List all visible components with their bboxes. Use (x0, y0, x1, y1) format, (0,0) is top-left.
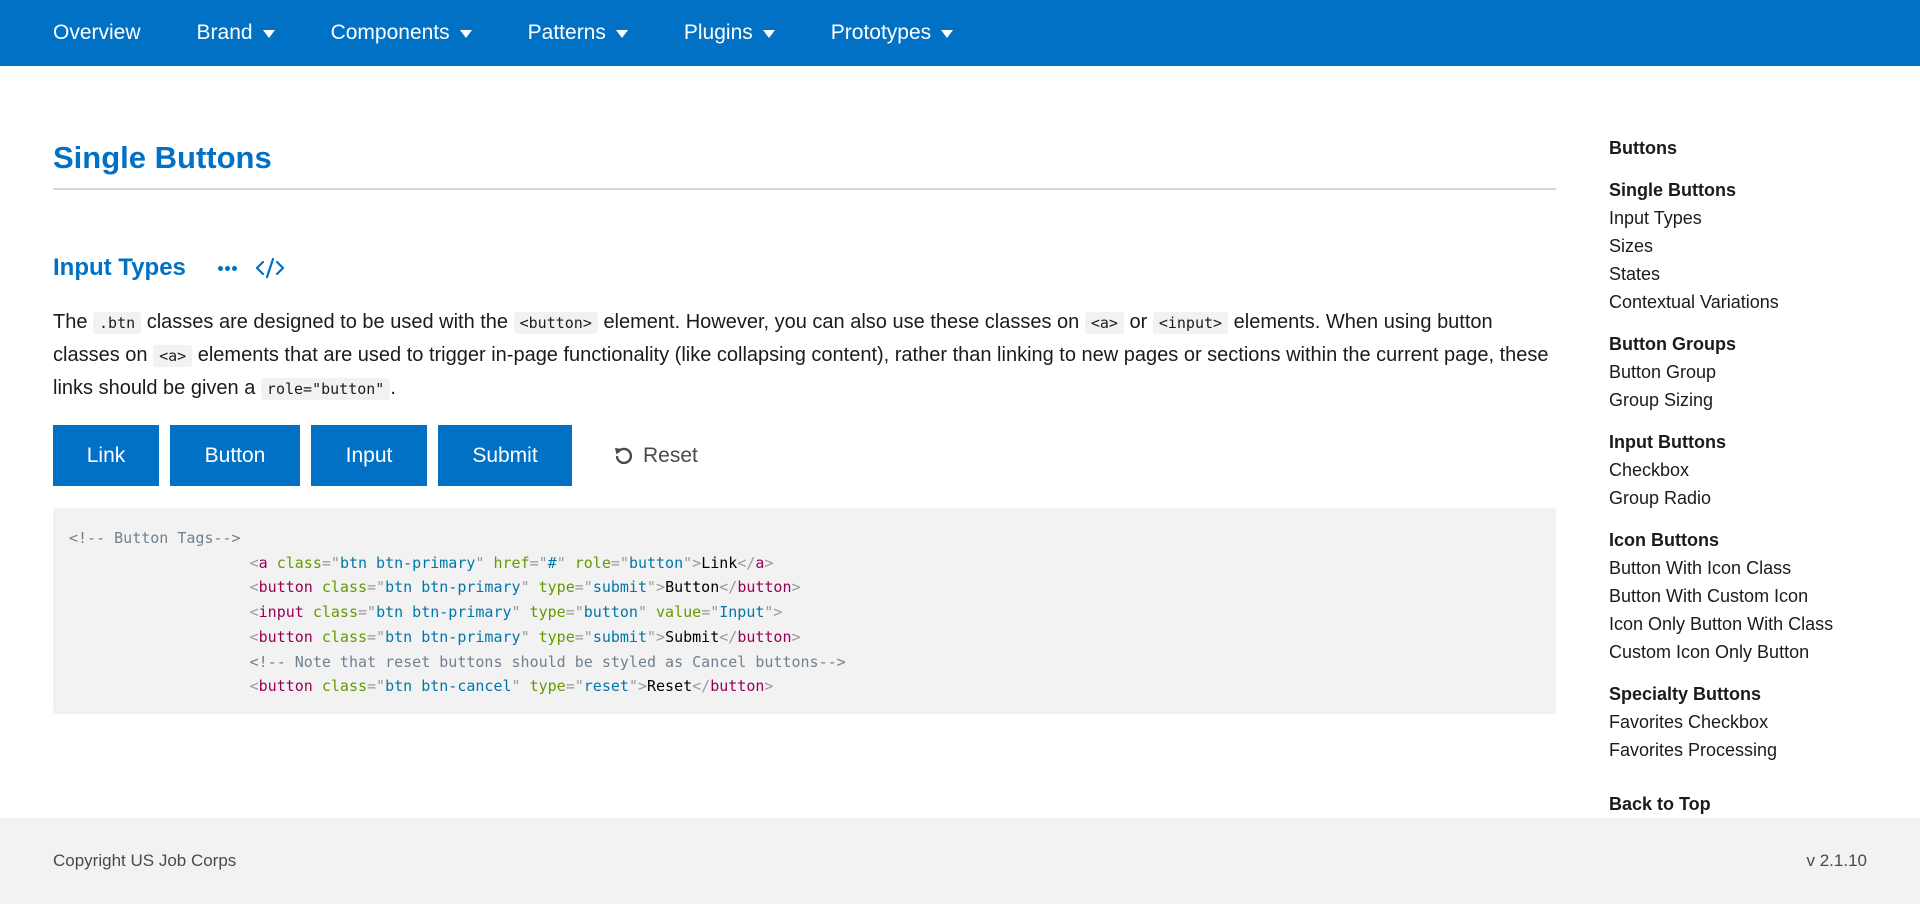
nav-item-components[interactable]: Components (331, 21, 472, 45)
code-text: Submit (665, 627, 720, 646)
back-to-top-link[interactable]: Back to Top (1609, 790, 1899, 818)
version-text: v 2.1.10 (1806, 851, 1868, 870)
sidebar-group-icon-buttons: Icon Buttons Button With Icon Class Butt… (1609, 526, 1899, 666)
sidebar-heading[interactable]: Button Groups (1609, 330, 1899, 358)
sidebar-heading[interactable]: Buttons (1609, 134, 1899, 162)
sidebar-item[interactable]: Button With Custom Icon (1609, 582, 1899, 610)
page-sidebar-nav: Buttons Single Buttons Input Types Sizes… (1609, 134, 1899, 818)
inline-code: <a> (1084, 312, 1124, 334)
code-icon[interactable] (255, 256, 285, 280)
nav-item-overview[interactable]: Overview (53, 21, 141, 45)
caret-down-icon (941, 30, 954, 38)
reset-icon (615, 447, 633, 464)
sidebar-group-input-buttons: Input Buttons Checkbox Group Radio (1609, 428, 1899, 512)
button-examples: Link Button Input Submit Reset (53, 425, 698, 486)
inline-code: <button> (513, 312, 598, 334)
sidebar-group-single-buttons: Single Buttons Input Types Sizes States … (1609, 176, 1899, 316)
code-comment: <!-- Note that reset buttons should be s… (249, 652, 846, 671)
reset-button[interactable]: Reset (613, 425, 698, 486)
sidebar-heading[interactable]: Input Buttons (1609, 428, 1899, 456)
nav-label: Prototypes (830, 21, 932, 44)
code-text: Reset (647, 677, 693, 696)
input-button[interactable]: Input (311, 425, 427, 486)
sidebar-item[interactable]: Favorites Processing (1609, 736, 1899, 764)
sidebar-item[interactable]: Checkbox (1609, 456, 1899, 484)
sidebar-heading[interactable]: Specialty Buttons (1609, 680, 1899, 708)
section-header: Input Types (53, 254, 285, 282)
section-title: Input Types (53, 254, 186, 281)
inline-code: role="button" (260, 378, 391, 400)
sidebar-item[interactable]: Icon Only Button With Class (1609, 610, 1899, 638)
button-button[interactable]: Button (170, 425, 300, 486)
sidebar-item[interactable]: Sizes (1609, 232, 1899, 260)
caret-down-icon (459, 30, 472, 38)
page-title: Single Buttons (53, 140, 272, 175)
caret-down-icon (615, 30, 628, 38)
link-button[interactable]: Link (53, 425, 159, 486)
sidebar-item[interactable]: Custom Icon Only Button (1609, 638, 1899, 666)
caret-down-icon (762, 30, 775, 38)
nav-item-plugins[interactable]: Plugins (684, 21, 775, 45)
nav-label: Plugins (683, 21, 753, 44)
sidebar-item[interactable]: Favorites Checkbox (1609, 708, 1899, 736)
sidebar-group-buttons: Buttons (1609, 134, 1899, 162)
nav-item-patterns[interactable]: Patterns (528, 21, 628, 45)
nav-label: Brand (196, 21, 253, 44)
sidebar-heading[interactable]: Single Buttons (1609, 176, 1899, 204)
sidebar-item[interactable]: Contextual Variations (1609, 288, 1899, 316)
nav-item-brand[interactable]: Brand (197, 21, 275, 45)
nav-label: Overview (53, 21, 141, 44)
title-divider (53, 188, 1556, 190)
caret-down-icon (262, 30, 275, 38)
sidebar-item[interactable]: Group Radio (1609, 484, 1899, 512)
inline-code: <input> (1152, 312, 1229, 334)
top-navigation: Overview Brand Components Patterns Plugi… (0, 0, 1920, 66)
sidebar-item[interactable]: Button With Icon Class (1609, 554, 1899, 582)
nav-label: Patterns (527, 21, 606, 44)
code-text: Input (719, 603, 765, 622)
sidebar-item[interactable]: Group Sizing (1609, 386, 1899, 414)
inline-code: <a> (153, 345, 193, 367)
nav-item-prototypes[interactable]: Prototypes (830, 21, 954, 45)
nav-label: Components (330, 21, 450, 44)
reset-label: Reset (643, 443, 698, 467)
inline-code: .btn (93, 312, 142, 334)
sidebar-group-specialty-buttons: Specialty Buttons Favorites Checkbox Fav… (1609, 680, 1899, 764)
copyright-text: Copyright US Job Corps (53, 851, 237, 870)
section-description: The .btn classes are designed to be used… (53, 311, 1549, 400)
code-sample: <!-- Button Tags--> <a class="btn btn-pr… (53, 508, 1556, 714)
sidebar-heading[interactable]: Icon Buttons (1609, 526, 1899, 554)
submit-button[interactable]: Submit (438, 425, 572, 486)
sidebar-item[interactable]: States (1609, 260, 1899, 288)
sidebar-item[interactable]: Button Group (1609, 358, 1899, 386)
code-text: Link (701, 553, 738, 572)
code-text: Button (665, 578, 720, 597)
page-footer: Copyright US Job Corps v 2.1.10 (0, 818, 1920, 904)
more-dots-icon[interactable] (217, 258, 239, 278)
sidebar-item[interactable]: Input Types (1609, 204, 1899, 232)
sidebar-group-button-groups: Button Groups Button Group Group Sizing (1609, 330, 1899, 414)
code-comment: <!-- Button Tags--> (69, 529, 241, 547)
